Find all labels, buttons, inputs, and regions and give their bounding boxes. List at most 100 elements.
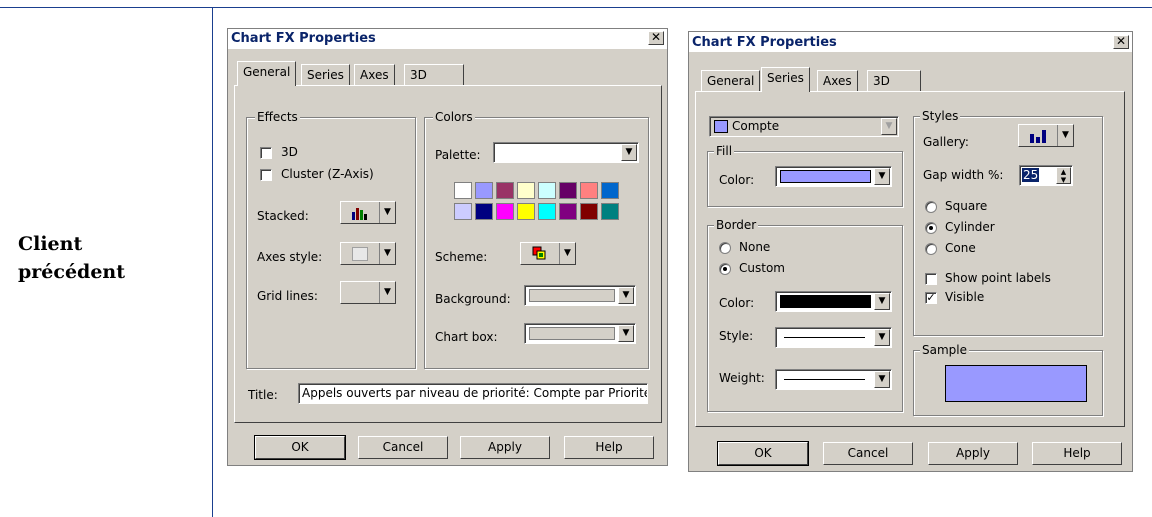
fill-color-select[interactable]: ▼ xyxy=(775,166,892,187)
stacked-picker[interactable]: ▼ xyxy=(340,201,396,224)
show-point-labels-checkbox[interactable] xyxy=(925,273,937,285)
chevron-down-icon: ▼ xyxy=(618,287,634,304)
palette-swatch[interactable] xyxy=(496,203,514,220)
stacked-label: Stacked: xyxy=(257,209,309,223)
border-color-select[interactable]: ▼ xyxy=(775,291,892,312)
tab-label: Series xyxy=(767,71,804,85)
palette-swatch[interactable] xyxy=(559,203,577,220)
shape-cylinder-radio[interactable] xyxy=(925,222,937,234)
palette-swatch[interactable] xyxy=(580,182,598,199)
tab-axes[interactable]: Axes xyxy=(817,70,858,92)
side-label-line-2: précédent xyxy=(18,261,126,283)
fill-color-box xyxy=(780,170,871,183)
palette-swatch[interactable] xyxy=(559,182,577,199)
fill-legend: Fill xyxy=(714,144,735,158)
effects-legend: Effects xyxy=(255,110,300,124)
tab-3d[interactable]: 3D xyxy=(404,64,464,86)
border-weight-select[interactable]: ▼ xyxy=(775,369,892,390)
help-button[interactable]: Help xyxy=(1032,442,1122,465)
cancel-button[interactable]: Cancel xyxy=(823,442,913,465)
gap-width-spinner[interactable]: ▲ ▼ xyxy=(1056,167,1071,184)
chevron-down-icon: ▼ xyxy=(874,293,890,310)
chart-title-input[interactable]: Appels ouverts par niveau de priorité: C… xyxy=(298,383,648,404)
line-style-preview xyxy=(784,337,865,338)
tab-3d[interactable]: 3D xyxy=(867,70,921,92)
palette-swatch[interactable] xyxy=(454,203,472,220)
scheme-icon xyxy=(521,243,560,264)
colors-legend: Colors xyxy=(433,110,475,124)
apply-button[interactable]: Apply xyxy=(460,436,550,459)
background-color-select[interactable]: ▼ xyxy=(524,285,636,306)
visible-checkbox[interactable]: ✓ xyxy=(925,292,937,304)
checkbox-3d-label: 3D xyxy=(281,145,298,159)
column-rule xyxy=(212,7,213,517)
close-icon[interactable]: ✕ xyxy=(648,31,664,45)
cancel-button[interactable]: Cancel xyxy=(358,436,448,459)
chevron-down-icon: ▼ xyxy=(881,118,897,135)
palette-swatch[interactable] xyxy=(475,203,493,220)
show-point-labels-label: Show point labels xyxy=(945,271,1051,285)
palette-swatch[interactable] xyxy=(517,203,535,220)
checkbox-3d[interactable] xyxy=(260,147,272,159)
chartfx-series-dialog: Chart FX Properties ✕ General Series Axe… xyxy=(688,31,1133,472)
tab-series[interactable]: Series xyxy=(301,64,350,86)
border-weight-label: Weight: xyxy=(719,371,765,385)
palette-swatch[interactable] xyxy=(475,182,493,199)
palette-select[interactable]: ▼ xyxy=(493,142,639,163)
border-style-label: Style: xyxy=(719,329,754,343)
tab-general[interactable]: General xyxy=(701,70,761,92)
border-style-select[interactable]: ▼ xyxy=(775,327,892,348)
tab-label: 3D xyxy=(873,74,890,88)
series-select[interactable]: Compte ▼ xyxy=(709,116,899,137)
background-color-box xyxy=(529,289,615,302)
axes-style-picker[interactable]: ▼ xyxy=(340,242,396,265)
palette-swatch[interactable] xyxy=(580,203,598,220)
border-none-radio[interactable] xyxy=(719,242,731,254)
checkbox-cluster[interactable] xyxy=(260,169,272,181)
chevron-down-icon: ▼ xyxy=(384,248,391,258)
tab-axes[interactable]: Axes xyxy=(354,64,395,86)
chevron-down-icon: ▼ xyxy=(618,325,634,342)
gap-width-input[interactable]: 25 ▲ ▼ xyxy=(1019,165,1073,186)
chevron-down-icon: ▼ xyxy=(874,168,890,185)
chartfx-general-dialog: Chart FX Properties ✕ General Series Axe… xyxy=(227,28,668,466)
scheme-picker[interactable]: ▼ xyxy=(520,242,576,265)
border-legend: Border xyxy=(714,218,759,232)
axes-style-label: Axes style: xyxy=(257,250,323,264)
palette-swatch[interactable] xyxy=(496,182,514,199)
palette-swatch[interactable] xyxy=(517,182,535,199)
shape-cone-radio[interactable] xyxy=(925,243,937,255)
title-bar: Chart FX Properties ✕ xyxy=(689,32,1132,52)
chart-box-color-select[interactable]: ▼ xyxy=(524,323,636,344)
chevron-down-icon: ▼ xyxy=(621,144,637,161)
chart-box-label: Chart box: xyxy=(435,330,498,344)
tab-general[interactable]: General xyxy=(237,61,297,86)
help-button[interactable]: Help xyxy=(564,436,654,459)
top-rule xyxy=(0,7,1152,8)
close-icon[interactable]: ✕ xyxy=(1113,35,1129,49)
border-color-box xyxy=(780,295,871,308)
grid-lines-picker[interactable]: ▼ xyxy=(340,281,396,304)
ok-button[interactable]: OK xyxy=(717,441,809,466)
tab-series[interactable]: Series xyxy=(761,67,810,92)
apply-button[interactable]: Apply xyxy=(928,442,1018,465)
palette-swatch[interactable] xyxy=(538,203,556,220)
side-label-line-1: Client xyxy=(18,233,83,255)
shape-square-radio[interactable] xyxy=(925,201,937,213)
tab-label: General xyxy=(243,65,291,79)
palette-swatch[interactable] xyxy=(601,203,619,220)
gallery-picker[interactable]: ▼ xyxy=(1018,124,1074,147)
palette-swatch[interactable] xyxy=(538,182,556,199)
border-custom-radio[interactable] xyxy=(719,263,731,275)
shape-cylinder-label: Cylinder xyxy=(945,220,995,234)
fill-color-label: Color: xyxy=(719,173,755,187)
palette-swatch[interactable] xyxy=(601,182,619,199)
palette-label: Palette: xyxy=(435,148,481,162)
palette-swatch[interactable] xyxy=(454,182,472,199)
axes-style-icon xyxy=(341,243,380,264)
tab-label: General xyxy=(707,74,755,88)
gallery-label: Gallery: xyxy=(923,135,969,149)
chevron-down-icon: ▼ xyxy=(564,248,571,258)
ok-button[interactable]: OK xyxy=(254,435,346,460)
title-label: Title: xyxy=(248,388,278,402)
